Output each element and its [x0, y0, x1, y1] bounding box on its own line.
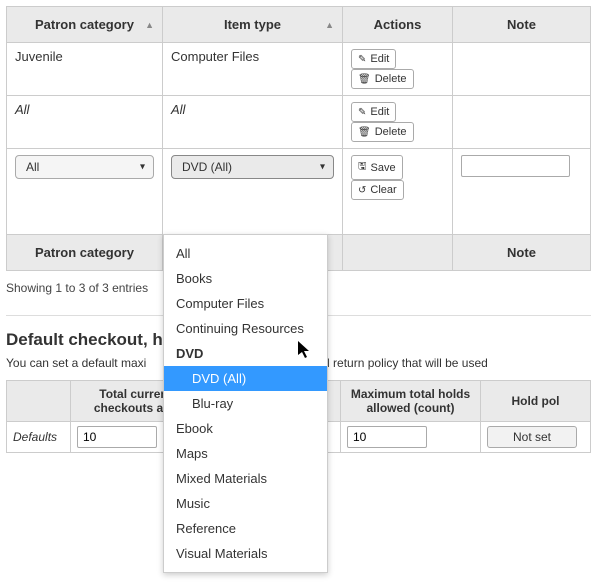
delete-button[interactable]: 🗑Delete: [351, 69, 414, 89]
save-button[interactable]: 🖫Save: [351, 155, 403, 180]
row-label: Defaults: [7, 422, 71, 453]
chevron-down-icon: ▾: [140, 162, 145, 173]
edit-button[interactable]: ✎Edit: [351, 49, 396, 69]
dropdown-option[interactable]: Maps: [164, 441, 327, 466]
col-actions: Actions: [343, 7, 453, 43]
dropdown-option[interactable]: Visual Materials: [164, 541, 327, 566]
col-blank: [7, 381, 71, 422]
max-holds-input[interactable]: [347, 426, 427, 448]
undo-icon: ↺: [358, 185, 366, 196]
dropdown-option[interactable]: Books: [164, 266, 327, 291]
sort-icon: ▲: [325, 20, 334, 30]
col-patron-category[interactable]: Patron category▲: [7, 7, 163, 43]
cell-patron: All: [7, 96, 163, 149]
chevron-down-icon: ▾: [320, 162, 325, 173]
trash-icon: 🗑: [358, 74, 371, 85]
dropdown-option[interactable]: Reference: [164, 516, 327, 541]
dropdown-option[interactable]: Computer Files: [164, 291, 327, 316]
pencil-icon: ✎: [358, 54, 366, 65]
patron-category-select[interactable]: All ▾: [15, 155, 154, 179]
dropdown-option[interactable]: Music: [164, 491, 327, 516]
col-note: Note: [453, 7, 591, 43]
total-checkouts-input[interactable]: [77, 426, 157, 448]
cell-item: All: [163, 96, 343, 149]
dropdown-option: DVD: [164, 341, 327, 366]
item-type-dropdown: AllBooksComputer FilesContinuing Resourc…: [163, 234, 328, 573]
dropdown-option[interactable]: Mixed Materials: [164, 466, 327, 491]
cell-item: Computer Files: [163, 43, 343, 96]
delete-button[interactable]: 🗑Delete: [351, 122, 414, 142]
save-icon: 🖫: [358, 159, 367, 176]
trash-icon: 🗑: [358, 127, 371, 138]
dropdown-option[interactable]: Blu-ray: [164, 391, 327, 416]
edit-button[interactable]: ✎Edit: [351, 102, 396, 122]
input-row: All ▾ DVD (All) ▾ AllBooksComputer Files…: [7, 149, 591, 235]
table-row: Juvenile Computer Files ✎Edit 🗑Delete: [7, 43, 591, 96]
col-note-footer: Note: [453, 235, 591, 271]
rules-table: Patron category▲ Item type▲ Actions Note…: [6, 6, 591, 271]
dropdown-option[interactable]: All: [164, 241, 327, 266]
item-type-select[interactable]: DVD (All) ▾: [171, 155, 334, 179]
dropdown-option[interactable]: Ebook: [164, 416, 327, 441]
clear-button[interactable]: ↺Clear: [351, 180, 404, 200]
dropdown-option[interactable]: Continuing Resources: [164, 316, 327, 341]
col-patron-category-footer: Patron category: [7, 235, 163, 271]
hold-policy-select[interactable]: Not set: [487, 426, 577, 448]
col-item-type[interactable]: Item type▲: [163, 7, 343, 43]
cell-patron: Juvenile: [7, 43, 163, 96]
dropdown-option[interactable]: DVD (All): [164, 366, 327, 391]
pencil-icon: ✎: [358, 107, 366, 118]
col-max-holds: Maximum total holds allowed (count): [341, 381, 481, 422]
table-row: All All ✎Edit 🗑Delete: [7, 96, 591, 149]
sort-icon: ▲: [145, 20, 154, 30]
col-hold-policy: Hold pol: [481, 381, 591, 422]
col-actions-footer: [343, 235, 453, 271]
note-input[interactable]: [461, 155, 570, 177]
